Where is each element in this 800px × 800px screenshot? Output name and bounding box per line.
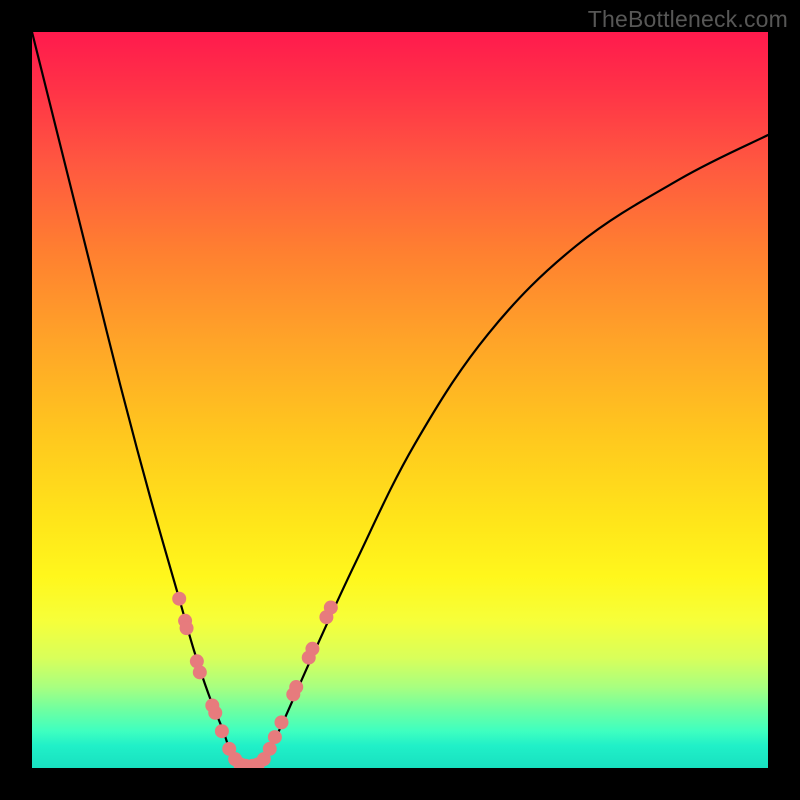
data-dot xyxy=(305,642,319,656)
watermark-text: TheBottleneck.com xyxy=(588,6,788,33)
data-dot xyxy=(275,715,289,729)
data-dot xyxy=(172,592,186,606)
data-dot xyxy=(215,724,229,738)
data-dot xyxy=(180,621,194,635)
plot-area xyxy=(32,32,768,768)
data-dot xyxy=(268,730,282,744)
outer-frame: TheBottleneck.com xyxy=(0,0,800,800)
data-dot xyxy=(289,680,303,694)
dots-layer xyxy=(32,32,768,768)
data-dot xyxy=(193,665,207,679)
dots-group xyxy=(172,592,338,768)
data-dot xyxy=(208,706,222,720)
data-dot xyxy=(324,601,338,615)
